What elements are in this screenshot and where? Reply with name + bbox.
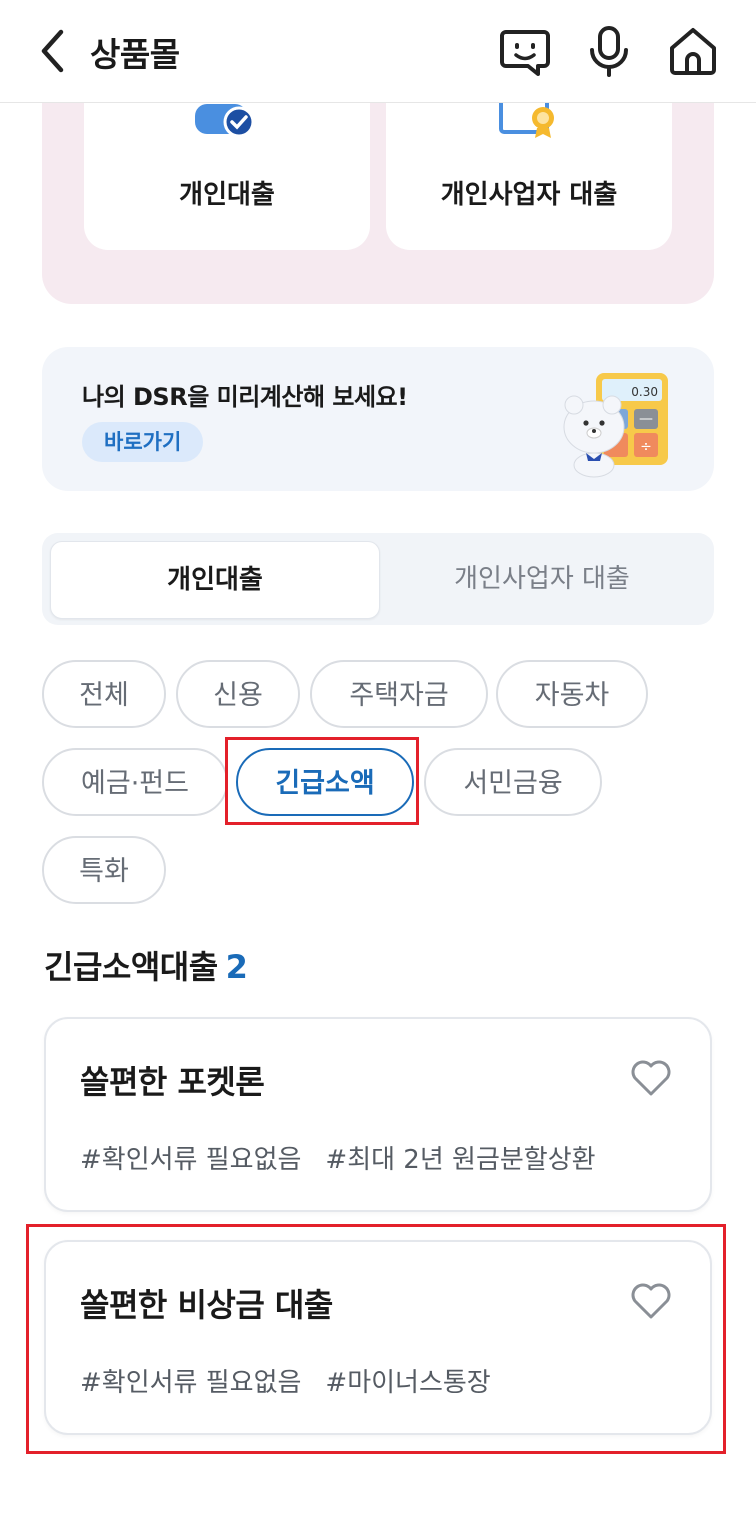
section-title-text: 긴급소액대출 — [44, 948, 218, 986]
loan-card[interactable]: 쏠편한 포켓론 #확인서류 필요없음 #최대 2년 원금분할상환 — [44, 1017, 712, 1212]
loan-tag: #확인서류 필요없음 — [80, 1368, 302, 1398]
loan-tags: #확인서류 필요없음 #최대 2년 원금분할상환 — [80, 1139, 620, 1176]
loan-name: 쏠편한 포켓론 — [80, 1063, 265, 1101]
top-app-bar: 상품몰 — [0, 0, 756, 103]
chatbot-icon[interactable] — [498, 24, 552, 78]
chip-emergency-small[interactable]: 긴급소액 — [236, 748, 414, 816]
certificate-icon — [386, 98, 672, 144]
back-arrow-icon[interactable] — [34, 28, 74, 74]
chip-auto[interactable]: 자동차 — [496, 660, 648, 728]
chip-deposit-fund[interactable]: 예금·펀드 — [42, 748, 228, 816]
business-loan-label: 개인사업자 대출 — [440, 180, 618, 210]
microphone-icon[interactable] — [582, 24, 636, 78]
dsr-calculator-banner[interactable]: 나의 DSR을 미리계산해 보세요! 바로가기 0.30 — ÷ — [42, 347, 714, 491]
loan-card[interactable]: 쏠편한 비상금 대출 #확인서류 필요없음 #마이너스통장 — [44, 1240, 712, 1435]
svg-text:—: — — [639, 411, 653, 427]
loan-name: 쏠편한 비상금 대출 — [80, 1286, 333, 1324]
person-check-icon — [84, 100, 370, 144]
section-title: 긴급소액대출 2 — [44, 942, 248, 988]
heart-icon[interactable] — [630, 1059, 672, 1097]
chip-credit[interactable]: 신용 — [176, 660, 300, 728]
chip-housing[interactable]: 주택자금 — [310, 660, 488, 728]
loan-tags: #확인서류 필요없음 #마이너스통장 — [80, 1362, 515, 1399]
calculator-display: 0.30 — [631, 385, 658, 399]
loan-tag: #확인서류 필요없음 — [80, 1145, 302, 1175]
personal-loan-label: 개인대출 — [179, 180, 275, 210]
loan-type-tabs: 개인대출 개인사업자 대출 — [42, 533, 714, 625]
bear-calculator-illustration: 0.30 — ÷ — [562, 369, 692, 479]
dsr-shortcut-button[interactable]: 바로가기 — [82, 422, 204, 462]
loan-tag: #최대 2년 원금분할상환 — [325, 1145, 596, 1175]
chip-low-income[interactable]: 서민금융 — [424, 748, 602, 816]
home-icon[interactable] — [666, 24, 720, 78]
chip-special[interactable]: 특화 — [42, 836, 166, 904]
loan-tag: #마이너스통장 — [325, 1368, 491, 1398]
dsr-banner-title: 나의 DSR을 미리계산해 보세요! — [82, 383, 408, 411]
svg-text:÷: ÷ — [640, 439, 652, 455]
tab-personal-loan[interactable]: 개인대출 — [50, 541, 380, 619]
tab-business-loan[interactable]: 개인사업자 대출 — [378, 541, 706, 617]
result-count: 2 — [225, 948, 248, 986]
page-title: 상품몰 — [90, 35, 180, 74]
heart-icon[interactable] — [630, 1282, 672, 1320]
chip-all[interactable]: 전체 — [42, 660, 166, 728]
